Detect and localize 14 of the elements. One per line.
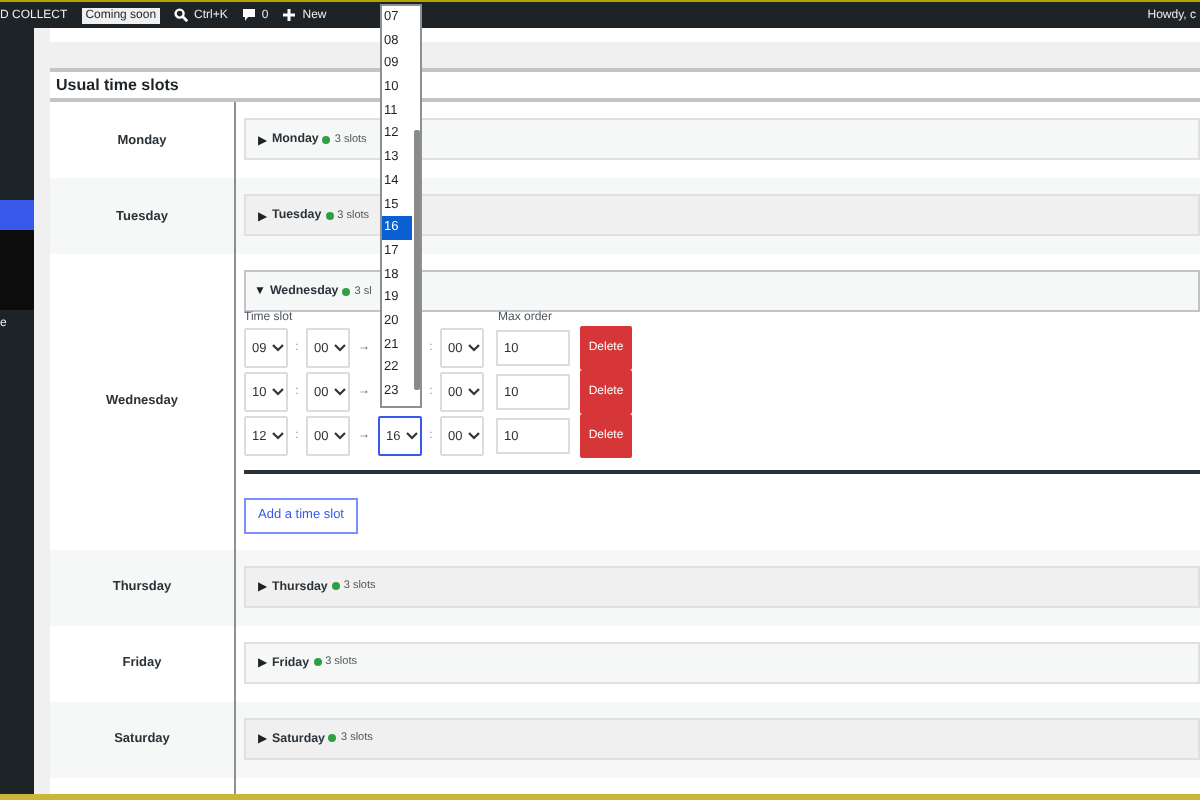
chevron-icon xyxy=(468,432,481,440)
search-icon xyxy=(174,8,189,22)
chevron-icon xyxy=(334,432,347,440)
chevron-icon xyxy=(272,344,285,352)
chevron-icon xyxy=(406,432,419,440)
submenu-panel xyxy=(0,230,34,310)
speech-bubble-icon xyxy=(241,8,256,22)
chevron-icon xyxy=(334,388,347,396)
chevron-icon xyxy=(468,388,481,396)
chevron-icon xyxy=(334,344,347,352)
plus-icon xyxy=(282,8,297,22)
chevron-icon xyxy=(272,388,285,396)
chevron-icon xyxy=(468,344,481,352)
chevron-icon xyxy=(272,432,285,440)
